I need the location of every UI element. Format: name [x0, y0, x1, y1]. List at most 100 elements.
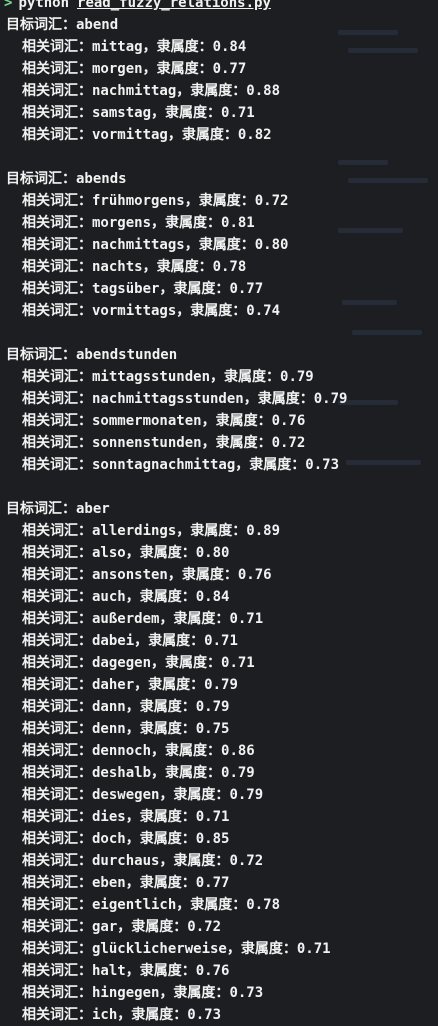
- degree-label: ，隶属度：: [210, 369, 281, 385]
- related-word-line: 相关词汇：deswegen，隶属度：0.79: [0, 784, 438, 806]
- membership-score: 0.76: [195, 963, 230, 979]
- related-word: außerdem: [92, 611, 160, 627]
- related-label: 相关词汇：: [22, 699, 92, 715]
- degree-label: ，隶属度：: [125, 589, 196, 605]
- membership-score: 0.73: [229, 985, 264, 1001]
- related-label: 相关词汇：: [22, 1007, 92, 1023]
- membership-score: 0.79: [195, 699, 230, 715]
- related-word-line: 相关词汇：ich，隶属度：0.73: [0, 1004, 438, 1026]
- related-word: nachmittags: [92, 237, 185, 253]
- related-label: 相关词汇：: [22, 809, 92, 825]
- degree-label: ，隶属度：: [167, 567, 238, 583]
- related-word: auch: [92, 589, 126, 605]
- degree-label: ，隶属度：: [184, 237, 255, 253]
- membership-score: 0.78: [212, 259, 247, 275]
- command-line: > python read_fuzzy_relations.py: [0, 0, 438, 14]
- membership-score: 0.79: [229, 787, 264, 803]
- degree-label: ，隶属度：: [226, 941, 297, 957]
- degree-label: ，隶属度：: [151, 655, 222, 671]
- related-word: ansonsten: [92, 567, 168, 583]
- related-label: 相关词汇：: [22, 259, 92, 275]
- related-word-line: 相关词汇：eigentlich，隶属度：0.78: [0, 894, 438, 916]
- related-word-line: 相关词汇：vormittag，隶属度：0.82: [0, 124, 438, 146]
- related-word: deshalb: [92, 765, 152, 781]
- related-label: 相关词汇：: [22, 567, 92, 583]
- related-word-line: 相关词汇：dann，隶属度：0.79: [0, 696, 438, 718]
- membership-score: 0.84: [195, 589, 230, 605]
- related-label: 相关词汇：: [22, 435, 92, 451]
- degree-label: ，隶属度：: [142, 259, 213, 275]
- related-word-line: 相关词汇：nachts，隶属度：0.78: [0, 256, 438, 278]
- related-label: 相关词汇：: [22, 941, 92, 957]
- degree-label: ，隶属度：: [125, 809, 196, 825]
- degree-label: ，隶属度：: [235, 457, 306, 473]
- related-label: 相关词汇：: [22, 853, 92, 869]
- related-word-line: 相关词汇：dabei，隶属度：0.71: [0, 630, 438, 652]
- membership-score: 0.84: [212, 39, 247, 55]
- related-word: glücklicherweise: [92, 941, 227, 957]
- target-word: aber: [76, 501, 110, 517]
- membership-score: 0.77: [212, 61, 247, 77]
- membership-score: 0.80: [195, 545, 230, 561]
- related-label: 相关词汇：: [22, 369, 92, 385]
- related-word: mittagsstunden: [92, 369, 211, 385]
- terminal-output: > python read_fuzzy_relations.py 目标词汇：aben…: [0, 0, 438, 1026]
- degree-label: ，隶属度：: [176, 303, 247, 319]
- membership-score: 0.73: [305, 457, 340, 473]
- degree-label: ，隶属度：: [142, 61, 213, 77]
- related-word-line: 相关词汇：vormittags，隶属度：0.74: [0, 300, 438, 322]
- degree-label: ，隶属度：: [184, 193, 255, 209]
- related-word-line: 相关词汇：doch，隶属度：0.85: [0, 828, 438, 850]
- related-word-line: 相关词汇：eben，隶属度：0.77: [0, 872, 438, 894]
- membership-score: 0.79: [221, 765, 255, 781]
- related-word: gar: [92, 919, 118, 935]
- related-word: sonnenstunden: [92, 435, 202, 451]
- degree-label: ，隶属度：: [151, 765, 222, 781]
- related-label: 相关词汇：: [22, 875, 92, 891]
- target-word-line: 目标词汇：abend: [0, 14, 438, 36]
- related-label: 相关词汇：: [22, 215, 92, 231]
- degree-label: ，隶属度：: [117, 1007, 188, 1023]
- related-word-line: 相关词汇：tagsüber，隶属度：0.77: [0, 278, 438, 300]
- related-word-line: 相关词汇：sonntagnachmittag，隶属度：0.73: [0, 454, 438, 476]
- related-word-line: 相关词汇：also，隶属度：0.80: [0, 542, 438, 564]
- degree-label: ，隶属度：: [125, 875, 196, 891]
- degree-label: ，隶属度：: [125, 699, 196, 715]
- membership-score: 0.71: [204, 633, 238, 649]
- degree-label: ，隶属度：: [134, 633, 205, 649]
- related-label: 相关词汇：: [22, 589, 92, 605]
- related-word: morgens: [92, 215, 152, 231]
- related-word: dennoch: [92, 743, 152, 759]
- related-word: deswegen: [92, 787, 160, 803]
- related-label: 相关词汇：: [22, 413, 92, 429]
- degree-label: ，隶属度：: [151, 743, 222, 759]
- related-label: 相关词汇：: [22, 523, 92, 539]
- related-word-line: 相关词汇：morgen，隶属度：0.77: [0, 58, 438, 80]
- related-word: dabei: [92, 633, 135, 649]
- related-word-line: 相关词汇：dennoch，隶属度：0.86: [0, 740, 438, 762]
- related-label: 相关词汇：: [22, 545, 92, 561]
- membership-score: 0.72: [271, 435, 306, 451]
- degree-label: ，隶属度：: [125, 831, 196, 847]
- membership-score: 0.79: [313, 391, 348, 407]
- related-label: 相关词汇：: [22, 391, 92, 407]
- related-word: denn: [92, 721, 126, 737]
- membership-score: 0.81: [221, 215, 255, 231]
- degree-label: ，隶属度：: [167, 127, 238, 143]
- degree-label: ，隶属度：: [142, 39, 213, 55]
- related-word: mittag: [92, 39, 143, 55]
- related-label: 相关词汇：: [22, 105, 92, 121]
- related-label: 相关词汇：: [22, 721, 92, 737]
- degree-label: ，隶属度：: [125, 545, 196, 561]
- degree-label: ，隶属度：: [159, 281, 230, 297]
- related-word: nachts: [92, 259, 143, 275]
- related-label: 相关词汇：: [22, 985, 92, 1001]
- degree-label: ，隶属度：: [159, 611, 230, 627]
- related-label: 相关词汇：: [22, 61, 92, 77]
- related-label: 相关词汇：: [22, 39, 92, 55]
- related-word: sonntagnachmittag: [92, 457, 236, 473]
- related-word: nachmittagsstunden: [92, 391, 244, 407]
- related-word: hingegen: [92, 985, 160, 1001]
